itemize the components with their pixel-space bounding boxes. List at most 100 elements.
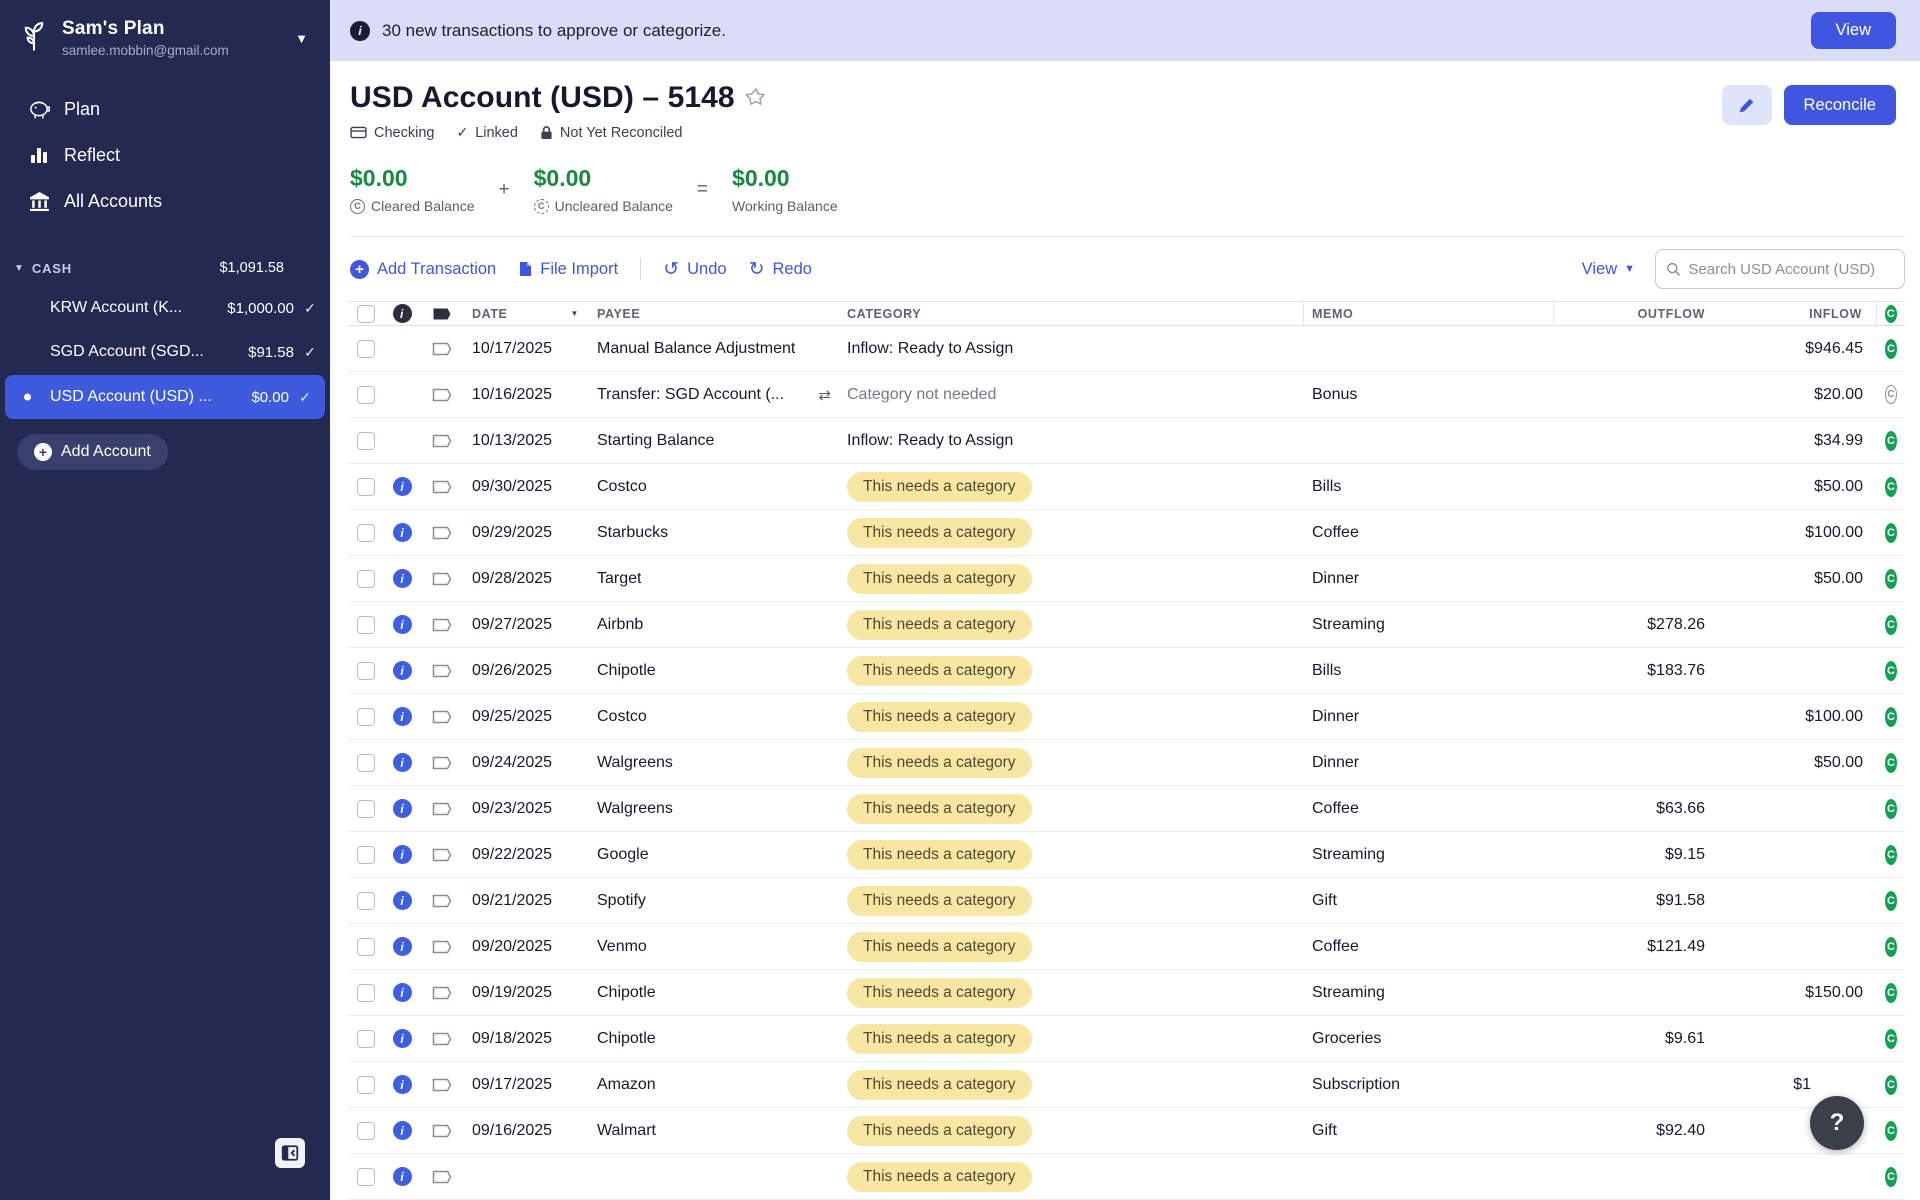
info-icon[interactable]: i: [393, 799, 412, 818]
needs-category-badge[interactable]: This needs a category: [847, 702, 1032, 732]
table-row[interactable]: i09/22/2025GoogleThis needs a categorySt…: [348, 832, 1905, 878]
column-header-category[interactable]: CATEGORY: [839, 302, 1304, 325]
row-checkbox[interactable]: [357, 1122, 375, 1140]
cleared-icon[interactable]: C: [1885, 339, 1897, 359]
info-icon[interactable]: i: [393, 477, 412, 496]
add-transaction-button[interactable]: + Add Transaction: [350, 260, 496, 279]
info-icon[interactable]: i: [393, 707, 412, 726]
column-header-outflow[interactable]: OUTFLOW: [1554, 302, 1719, 325]
info-icon[interactable]: i: [393, 615, 412, 634]
table-row[interactable]: i09/19/2025ChipotleThis needs a category…: [348, 970, 1905, 1016]
table-row[interactable]: i09/24/2025WalgreensThis needs a categor…: [348, 740, 1905, 786]
table-row[interactable]: 10/13/2025Starting BalanceInflow: Ready …: [348, 418, 1905, 464]
cleared-icon[interactable]: C: [1885, 1075, 1897, 1095]
row-checkbox[interactable]: [357, 1076, 375, 1094]
add-account-button[interactable]: + Add Account: [17, 434, 168, 470]
row-checkbox[interactable]: [357, 892, 375, 910]
table-row[interactable]: i09/30/2025CostcoThis needs a categoryBi…: [348, 464, 1905, 510]
table-row[interactable]: i09/21/2025SpotifyThis needs a categoryG…: [348, 878, 1905, 924]
needs-category-badge[interactable]: This needs a category: [847, 978, 1032, 1008]
view-dropdown[interactable]: View ▼: [1582, 260, 1635, 279]
info-icon[interactable]: i: [393, 523, 412, 542]
row-checkbox[interactable]: [357, 616, 375, 634]
view-transactions-button[interactable]: View: [1811, 12, 1896, 49]
needs-category-badge[interactable]: This needs a category: [847, 1024, 1032, 1054]
help-button[interactable]: ?: [1810, 1096, 1864, 1150]
table-row[interactable]: i09/20/2025VenmoThis needs a categoryCof…: [348, 924, 1905, 970]
cleared-icon[interactable]: C: [1885, 569, 1897, 589]
needs-category-badge[interactable]: This needs a category: [847, 932, 1032, 962]
info-icon[interactable]: i: [393, 1167, 412, 1186]
favorite-star-icon[interactable]: [745, 86, 767, 113]
sidebar-item-reflect[interactable]: Reflect: [0, 132, 330, 178]
row-checkbox[interactable]: [357, 984, 375, 1002]
cleared-icon[interactable]: C: [1885, 431, 1897, 451]
sidebar-account-2[interactable]: USD Account (USD) ...$0.00✓: [5, 375, 325, 419]
row-checkbox[interactable]: [357, 1030, 375, 1048]
plan-switcher[interactable]: Sam's Plan samlee.mobbin@gmail.com ▼: [0, 0, 330, 72]
needs-category-badge[interactable]: This needs a category: [847, 886, 1032, 916]
row-checkbox[interactable]: [357, 708, 375, 726]
info-icon[interactable]: i: [393, 845, 412, 864]
cleared-icon[interactable]: C: [1885, 1029, 1897, 1049]
sidebar-item-all-accounts[interactable]: All Accounts: [0, 178, 330, 224]
needs-category-badge[interactable]: This needs a category: [847, 564, 1032, 594]
table-row[interactable]: i09/28/2025TargetThis needs a categoryDi…: [348, 556, 1905, 602]
search-input[interactable]: [1688, 261, 1894, 278]
cleared-icon[interactable]: C: [1885, 523, 1897, 543]
table-row[interactable]: 10/17/2025Manual Balance AdjustmentInflo…: [348, 326, 1905, 372]
info-icon[interactable]: i: [393, 1075, 412, 1094]
needs-category-badge[interactable]: This needs a category: [847, 748, 1032, 778]
redo-button[interactable]: ↻ Redo: [749, 260, 812, 279]
sidebar-section-cash[interactable]: ▼ CASH $1,091.58: [0, 250, 330, 286]
needs-category-badge[interactable]: This needs a category: [847, 1162, 1032, 1192]
row-checkbox[interactable]: [357, 340, 375, 358]
cleared-icon[interactable]: C: [1885, 477, 1897, 497]
cleared-icon[interactable]: C: [1885, 891, 1897, 911]
row-checkbox[interactable]: [357, 1168, 375, 1186]
info-icon[interactable]: i: [393, 983, 412, 1002]
column-header-memo[interactable]: MEMO: [1304, 302, 1554, 325]
needs-category-badge[interactable]: This needs a category: [847, 472, 1032, 502]
cleared-icon[interactable]: C: [1885, 707, 1897, 727]
table-row[interactable]: i09/17/2025AmazonThis needs a categorySu…: [348, 1062, 1905, 1108]
cleared-icon[interactable]: C: [1885, 845, 1897, 865]
row-checkbox[interactable]: [357, 570, 375, 588]
needs-category-badge[interactable]: This needs a category: [847, 840, 1032, 870]
row-checkbox[interactable]: [357, 386, 375, 404]
column-header-inflow[interactable]: INFLOW: [1719, 302, 1877, 325]
table-row[interactable]: i09/29/2025StarbucksThis needs a categor…: [348, 510, 1905, 556]
needs-category-badge[interactable]: This needs a category: [847, 794, 1032, 824]
reconcile-button[interactable]: Reconcile: [1784, 85, 1896, 125]
sidebar-account-1[interactable]: SGD Account (SGD...$91.58✓: [0, 330, 330, 374]
cleared-icon[interactable]: C: [1885, 385, 1897, 404]
info-icon[interactable]: i: [393, 661, 412, 680]
collapse-sidebar-button[interactable]: [275, 1138, 305, 1168]
sidebar-item-plan[interactable]: Plan: [0, 86, 330, 132]
cleared-icon[interactable]: C: [1885, 753, 1897, 773]
row-checkbox[interactable]: [357, 800, 375, 818]
cleared-icon[interactable]: C: [1885, 1121, 1897, 1141]
file-import-button[interactable]: File Import: [518, 260, 618, 279]
edit-account-button[interactable]: [1722, 85, 1772, 125]
cleared-icon[interactable]: C: [1885, 615, 1897, 635]
table-row[interactable]: i09/26/2025ChipotleThis needs a category…: [348, 648, 1905, 694]
table-row[interactable]: i09/18/2025ChipotleThis needs a category…: [348, 1016, 1905, 1062]
table-row[interactable]: iThis needs a categoryC: [348, 1154, 1905, 1200]
info-icon[interactable]: i: [393, 1029, 412, 1048]
column-header-date[interactable]: DATE▼: [464, 302, 589, 325]
cleared-icon[interactable]: C: [1885, 661, 1897, 681]
table-row[interactable]: i09/27/2025AirbnbThis needs a categorySt…: [348, 602, 1905, 648]
cleared-icon[interactable]: C: [1885, 937, 1897, 957]
needs-category-badge[interactable]: This needs a category: [847, 656, 1032, 686]
row-checkbox[interactable]: [357, 846, 375, 864]
row-checkbox[interactable]: [357, 754, 375, 772]
needs-category-badge[interactable]: This needs a category: [847, 1070, 1032, 1100]
row-checkbox[interactable]: [357, 524, 375, 542]
cleared-icon[interactable]: C: [1885, 799, 1897, 819]
table-row[interactable]: 10/16/2025Transfer: SGD Account (...⇄Cat…: [348, 372, 1905, 418]
row-checkbox[interactable]: [357, 432, 375, 450]
row-checkbox[interactable]: [357, 938, 375, 956]
table-row[interactable]: i09/23/2025WalgreensThis needs a categor…: [348, 786, 1905, 832]
row-checkbox[interactable]: [357, 478, 375, 496]
